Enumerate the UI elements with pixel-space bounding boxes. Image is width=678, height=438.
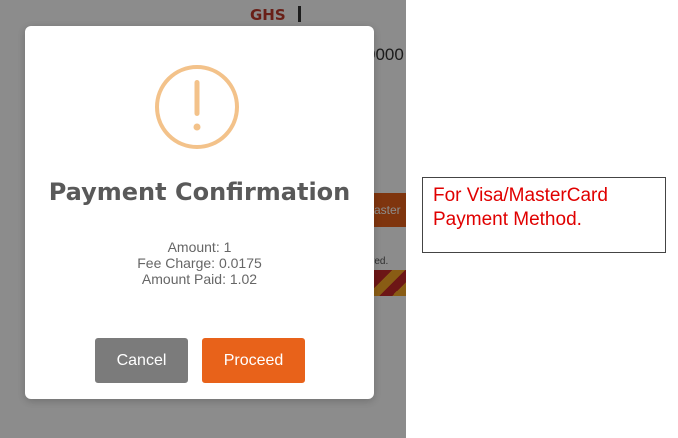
background-app: GHS 0000 Master rved. Payment Confirmati… — [0, 0, 406, 438]
exclamation-circle-icon — [155, 65, 239, 149]
dialog-title: Payment Confirmation — [48, 178, 351, 206]
amount-paid-text: Amount Paid: 1.02 — [141, 271, 258, 287]
annotation-line-2: Payment Method. — [433, 209, 582, 230]
payment-details: Amount: 1 Fee Charge: 0.0175 Amount Paid… — [25, 239, 374, 287]
payment-confirmation-dialog: Payment Confirmation Amount: 1 Fee Charg… — [25, 26, 374, 399]
annotation-line-1: For Visa/MasterCard — [433, 185, 608, 206]
proceed-button[interactable]: Proceed — [202, 338, 305, 383]
cancel-button[interactable]: Cancel — [95, 338, 188, 383]
amount-text: Amount: 1 — [167, 239, 232, 255]
fee-charge-text: Fee Charge: 0.0175 — [137, 255, 262, 271]
annotation-callout: For Visa/MasterCard Payment Method. — [422, 177, 666, 253]
